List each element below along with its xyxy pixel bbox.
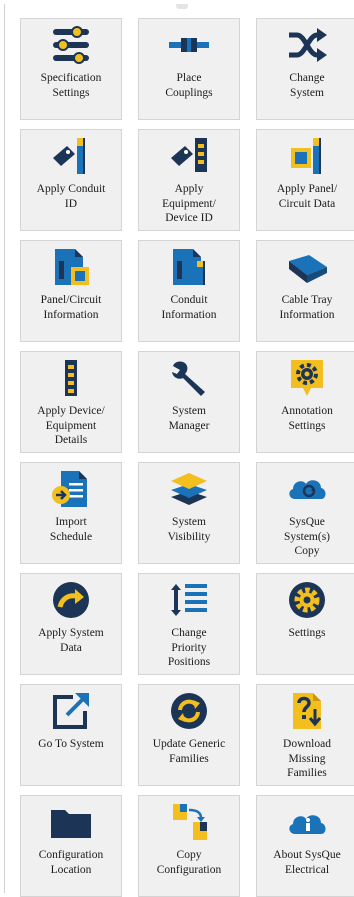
settings-button[interactable]: Settings [256,573,354,675]
copy-configuration-icon [167,802,211,842]
configuration-location-button[interactable]: Configuration Location [20,795,122,897]
cloud-info-icon [285,802,329,842]
sliders-icon [49,25,93,65]
download-missing-families-button[interactable]: Download Missing Families [256,684,354,786]
coupling-icon [167,25,211,65]
system-visibility-button[interactable]: System Visibility [138,462,240,564]
tile-label: Annotation Settings [281,405,333,432]
curved-arrow-icon [49,580,93,620]
conduit-info-icon [167,247,211,287]
cable-tray-icon [285,247,329,287]
sysque-systems-copy-button[interactable]: SysQue System(s) Copy [256,462,354,564]
download-question-icon [285,691,329,731]
tile-label: Change System [289,72,325,99]
apply-device-equipment-details-button[interactable]: Apply Device/ Equipment Details [20,351,122,453]
folder-icon [49,802,93,842]
tile-label: Go To System [38,738,104,750]
panel-circuit-icon [285,136,329,176]
tile-label: Apply Conduit ID [36,183,106,210]
panel-grip[interactable] [176,4,188,9]
tile-label: Settings [288,627,326,639]
external-link-icon [49,691,93,731]
wrench-icon [167,358,211,398]
annotation-gear-icon [285,358,329,398]
go-to-system-button[interactable]: Go To System [20,684,122,786]
tile-label: Import Schedule [49,516,93,543]
tile-label: Update Generic Families [152,738,226,765]
change-priority-positions-button[interactable]: Change Priority Positions [138,573,240,675]
tile-label: Place Couplings [165,72,213,99]
place-couplings-button[interactable]: Place Couplings [138,18,240,120]
panel-circuit-information-button[interactable]: Panel/Circuit Information [20,240,122,342]
gear-icon [285,580,329,620]
shuffle-icon [285,25,329,65]
priority-list-icon [167,580,211,620]
tile-label: System Visibility [167,516,211,543]
apply-equipment-device-id-button[interactable]: Apply Equipment/ Device ID [138,129,240,231]
panel-info-icon [49,247,93,287]
apply-panel-circuit-data-button[interactable]: Apply Panel/ Circuit Data [256,129,354,231]
layers-icon [167,469,211,509]
equipment-tag-icon [167,136,211,176]
tile-label: Apply System Data [38,627,104,654]
conduit-tag-icon [49,136,93,176]
tile-label: Change Priority Positions [167,627,211,668]
conduit-information-button[interactable]: Conduit Information [138,240,240,342]
about-sysque-electrical-button[interactable]: About SysQue Electrical [256,795,354,897]
tile-label: Configuration Location [38,849,104,876]
device-details-icon [49,358,93,398]
import-document-icon [49,469,93,509]
apply-conduit-id-button[interactable]: Apply Conduit ID [20,129,122,231]
cable-tray-information-button[interactable]: Cable Tray Information [256,240,354,342]
change-system-button[interactable]: Change System [256,18,354,120]
apply-system-data-button[interactable]: Apply System Data [20,573,122,675]
copy-configuration-button[interactable]: Copy Configuration [138,795,240,897]
tool-grid: Specification Settings Place Couplings C… [20,18,354,897]
tile-label: Cable Tray Information [279,294,335,321]
tile-label: System Manager [168,405,210,432]
tool-panel: Specification Settings Place Couplings C… [4,4,354,897]
annotation-settings-button[interactable]: Annotation Settings [256,351,354,453]
tile-label: SysQue System(s) Copy [284,516,330,557]
tile-label: Apply Equipment/ Device ID [162,183,216,224]
tile-label: Conduit Information [161,294,217,321]
tile-label: Download Missing Families [283,738,331,779]
import-schedule-button[interactable]: Import Schedule [20,462,122,564]
tile-label: Apply Device/ Equipment Details [37,405,105,446]
cloud-sync-icon [285,469,329,509]
system-manager-button[interactable]: System Manager [138,351,240,453]
tile-label: Copy Configuration [156,849,222,876]
update-generic-families-button[interactable]: Update Generic Families [138,684,240,786]
specification-settings-button[interactable]: Specification Settings [20,18,122,120]
tile-label: About SysQue Electrical [273,849,341,876]
tile-label: Specification Settings [40,72,102,99]
tile-label: Apply Panel/ Circuit Data [276,183,338,210]
tile-label: Panel/Circuit Information [40,294,102,321]
refresh-icon [167,691,211,731]
